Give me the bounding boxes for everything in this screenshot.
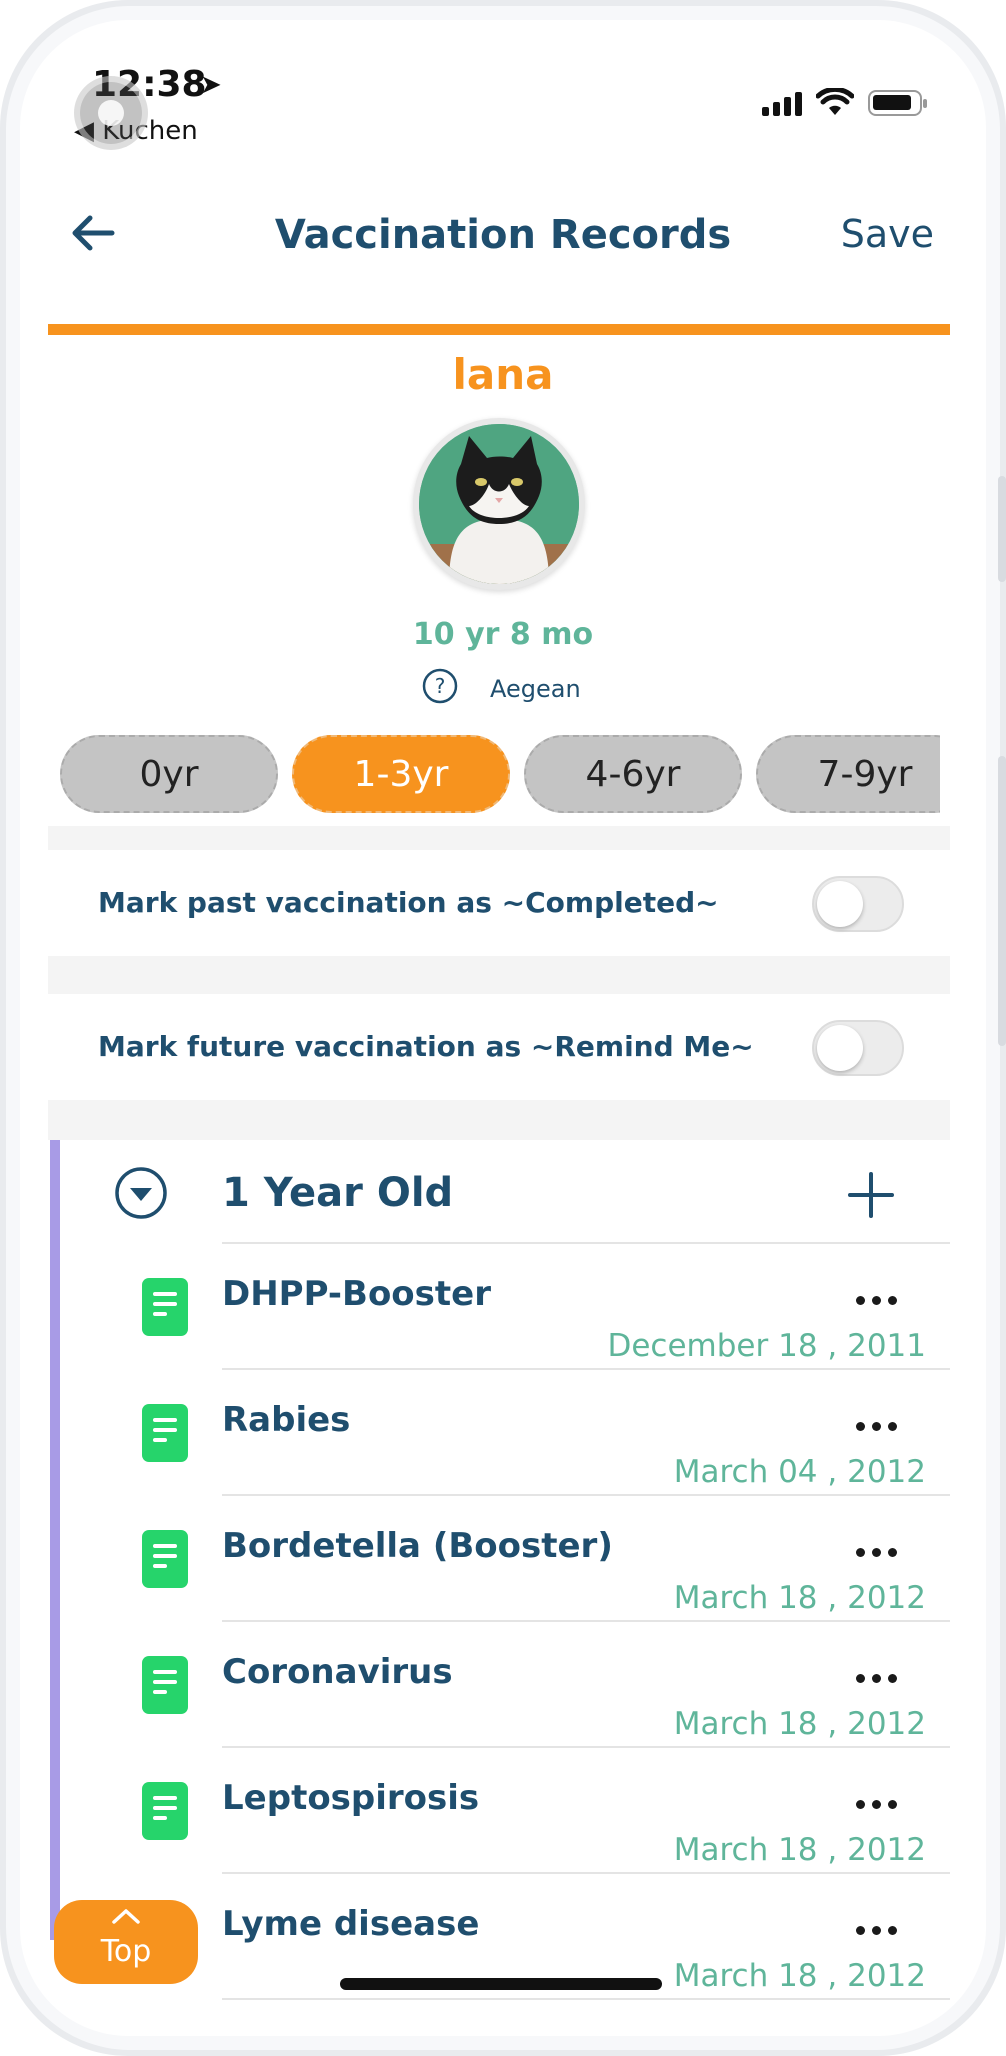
vaccine-name[interactable]: DHPP-Booster (222, 1274, 491, 1314)
header-divider (48, 324, 950, 335)
toggle-past-completed[interactable] (812, 876, 904, 932)
assistive-touch-button[interactable] (80, 82, 142, 144)
list-divider (222, 1746, 950, 1748)
toggle-future-label: Mark future vaccination as ~Remind Me~ (98, 1030, 754, 1063)
collapse-chevron-icon[interactable] (114, 1166, 168, 1220)
more-dots-icon[interactable] (856, 1674, 900, 1686)
document-icon[interactable] (142, 1530, 188, 1588)
more-dots-icon[interactable] (856, 1548, 900, 1560)
wifi-icon (816, 88, 854, 115)
document-icon[interactable] (142, 1278, 188, 1336)
list-divider (222, 1242, 950, 1244)
tab-1-3yr[interactable]: 1-3yr (292, 735, 510, 813)
age-range-tabs: 0yr 1-3yr 4-6yr 7-9yr (60, 735, 940, 815)
vaccine-name[interactable]: Bordetella (Booster) (222, 1526, 613, 1566)
location-arrow-icon: ➤ (200, 70, 222, 100)
list-divider (222, 1620, 950, 1622)
screen-content: 12:38 ➤ ◀ Kuchen Vaccination Records Sav… (20, 20, 986, 2036)
more-dots-icon[interactable] (856, 1296, 900, 1308)
more-dots-icon[interactable] (856, 1422, 900, 1434)
side-button-lower (998, 756, 1006, 1046)
scroll-top-label: Top (100, 1934, 152, 1969)
section-separator (48, 1100, 950, 1140)
home-indicator[interactable] (340, 1978, 662, 1990)
vaccine-date: March 18 , 2012 (673, 1958, 926, 1994)
document-icon[interactable] (142, 1656, 188, 1714)
tab-7-9yr[interactable]: 7-9yr (756, 735, 940, 813)
side-button-upper (998, 476, 1006, 582)
cat-photo (419, 424, 579, 584)
svg-text:?: ? (435, 674, 446, 698)
document-icon[interactable] (142, 1404, 188, 1462)
cellular-signal-icon (762, 92, 802, 116)
section-separator (48, 956, 950, 994)
plus-icon[interactable] (846, 1170, 896, 1220)
document-icon[interactable] (142, 1782, 188, 1840)
toggle-past-label: Mark past vaccination as ~Completed~ (98, 886, 719, 919)
list-divider (222, 1494, 950, 1496)
vaccine-date: March 04 , 2012 (673, 1454, 926, 1490)
pet-avatar[interactable] (413, 418, 585, 590)
vaccine-date: December 18 , 2011 (607, 1328, 926, 1364)
pet-age: 10 yr 8 mo (412, 617, 594, 652)
vaccine-name[interactable]: Coronavirus (222, 1652, 453, 1692)
list-divider (222, 1872, 950, 1874)
status-indicators (762, 88, 927, 116)
chevron-up-icon (112, 1909, 140, 1924)
tab-4-6yr[interactable]: 4-6yr (524, 735, 742, 813)
scroll-top-button[interactable]: Top (54, 1900, 198, 1984)
pet-breed: Aegean (490, 675, 581, 703)
list-divider (222, 1998, 950, 2000)
battery-icon (868, 90, 927, 116)
toggle-future-remind[interactable] (812, 1020, 904, 1076)
vaccine-date: March 18 , 2012 (673, 1580, 926, 1616)
help-icon[interactable]: ? (422, 668, 458, 704)
vaccine-name[interactable]: Rabies (222, 1400, 350, 1440)
section-separator (48, 826, 950, 850)
vaccine-date: March 18 , 2012 (673, 1832, 926, 1868)
pet-name: lana (452, 350, 554, 399)
group-title: 1 Year Old (222, 1170, 454, 1216)
more-dots-icon[interactable] (856, 1926, 900, 1938)
app-screen: 12:38 ➤ ◀ Kuchen Vaccination Records Sav… (20, 20, 986, 2036)
list-divider (222, 1368, 950, 1370)
save-button[interactable]: Save (841, 212, 934, 256)
vaccine-name[interactable]: Lyme disease (222, 1904, 479, 1944)
tab-0yr[interactable]: 0yr (60, 735, 278, 813)
more-dots-icon[interactable] (856, 1800, 900, 1812)
group-accent-bar (50, 1140, 60, 1940)
vaccine-date: March 18 , 2012 (673, 1706, 926, 1742)
vaccine-name[interactable]: Leptospirosis (222, 1778, 479, 1818)
